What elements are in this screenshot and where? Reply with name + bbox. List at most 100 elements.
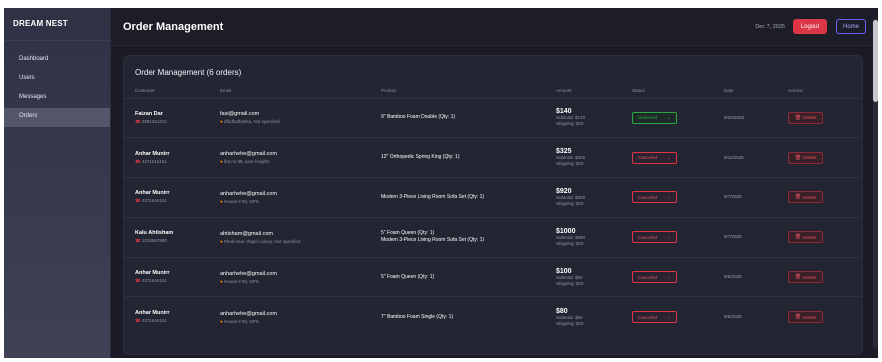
- order-amount: $100: [556, 267, 572, 275]
- address-text: Pindi-near chapri colony, Not specified: [223, 238, 301, 244]
- cell-product: Modern 3-Piece Living Room Sofa Set (Qty…: [370, 177, 545, 218]
- home-button[interactable]: Home: [836, 19, 866, 34]
- table-row: Faizan Dar ☎ 2891251312 fasi@gmail.com ● df…: [124, 97, 862, 138]
- order-shipping: Shipping: $20: [556, 200, 584, 206]
- table-row: Anhar Munirr ☎ 4371616161 anharhehe@gmail.…: [124, 256, 862, 297]
- delete-button[interactable]: 🗑 Delete: [788, 151, 823, 164]
- table-row: Anhar Munirr ☎ 4371616161 anharhehe@gmail.…: [124, 296, 862, 337]
- content-area: Order Management (6 orders) Customer Ema…: [111, 46, 878, 355]
- sidebar-nav: Dashboard Users Messages Orders: [4, 51, 110, 127]
- address-text: dfadfadfasfsa, Not specified: [223, 119, 280, 125]
- app-window: DREAM NEST Dashboard Users Messages Orde…: [4, 8, 878, 358]
- status-select[interactable]: Canceled ⌄: [632, 271, 677, 284]
- phone-number: 4371616161: [141, 158, 167, 164]
- cell-date: 9/6/2025: [713, 296, 777, 337]
- customer-address: ● Pindi-near chapri colony, Not specifie…: [220, 239, 370, 244]
- order-date: 9/7/2025: [724, 194, 742, 200]
- order-amount: $140: [556, 108, 572, 116]
- trash-icon: 🗑: [794, 114, 802, 121]
- delete-button[interactable]: 🗑 Delete: [788, 191, 823, 204]
- status-select[interactable]: Canceled ⌄: [632, 311, 677, 324]
- cell-amount: $1000 Subtotal: $980 Shipping: $20: [545, 216, 621, 258]
- trash-icon: 🗑: [794, 194, 802, 201]
- orders-card: Order Management (6 orders) Customer Ema…: [123, 55, 863, 355]
- cell-amount: $100 Subtotal: $80 Shipping: $20: [545, 256, 621, 297]
- delete-button[interactable]: 🗑 Delete: [788, 231, 823, 244]
- phone-number: 2891251312: [141, 118, 167, 124]
- customer-email: fasi@gmail.com: [220, 111, 260, 118]
- order-date: 9/20/2025: [724, 114, 745, 120]
- order-amount: $325: [556, 148, 572, 156]
- delete-label: Delete: [803, 115, 817, 121]
- cell-actions: 🗑 Delete: [777, 97, 862, 138]
- header-actions: Dec 7, 2025 Logout Home: [755, 19, 866, 34]
- status-select[interactable]: Delivered ⌄: [632, 111, 677, 124]
- cell-date: 9/7/2025: [713, 177, 777, 218]
- phone-icon: ☎: [135, 238, 141, 244]
- map-pin-icon: ●: [220, 278, 223, 284]
- customer-name: Anhar Munirr: [135, 190, 170, 197]
- customer-email: anharhehe@gmail.com: [220, 151, 277, 158]
- cell-customer: Anhar Munirr ☎ 4371616161: [124, 296, 209, 337]
- cell-amount: $920 Subtotal: $900 Shipping: $20: [545, 177, 621, 218]
- customer-name: Anhar Munirr: [135, 310, 170, 317]
- status-value: Canceled: [638, 274, 658, 280]
- cell-product: 5" Foam Queen (Qty: 1) Modern 3-Piece Liv…: [370, 216, 545, 258]
- logout-button[interactable]: Logout: [793, 19, 827, 34]
- orders-table: Customer Email Product Amount Status Dat…: [124, 83, 862, 337]
- product-line: Modern 3-Piece Living Room Sofa Set (Qty…: [381, 193, 485, 200]
- page-title: Order Management: [123, 20, 224, 33]
- customer-address: ● House # 02, DPS: [220, 279, 370, 284]
- order-date: 9/11/2025: [724, 154, 744, 160]
- cell-status: Canceled ⌄: [621, 137, 713, 178]
- status-value: Canceled: [638, 155, 658, 161]
- cell-customer: Anhar Munirr ☎ 4371616161: [124, 137, 209, 178]
- status-value: Delivered: [638, 115, 658, 121]
- phone-number: 1234567890: [141, 238, 167, 244]
- cell-date: 9/6/2025: [713, 256, 777, 297]
- delete-label: Delete: [803, 155, 817, 161]
- status-select[interactable]: Canceled ⌄: [632, 231, 677, 244]
- sidebar-item-messages[interactable]: Messages: [4, 89, 110, 108]
- table-row: Kalu Ahtisham ☎ 1234567890 ahtisham@gmail.…: [124, 216, 862, 258]
- map-pin-icon: ●: [220, 238, 223, 244]
- table-row: Anhar Munirr ☎ 4371616161 anharhehe@gmail.…: [124, 177, 862, 218]
- delete-button[interactable]: 🗑 Delete: [788, 111, 823, 124]
- phone-icon: ☎: [135, 198, 141, 204]
- cell-status: Canceled ⌄: [621, 256, 713, 297]
- customer-name: Anhar Munirr: [135, 270, 170, 277]
- status-select[interactable]: Canceled ⌄: [632, 191, 677, 204]
- sidebar-item-dashboard[interactable]: Dashboard: [4, 51, 110, 70]
- address-text: flat no 08, sare heights: [223, 159, 270, 165]
- order-shipping: Shipping: $20: [556, 320, 584, 326]
- customer-email: anharhehe@gmail.com: [220, 270, 277, 277]
- column-header-date: Date: [724, 87, 734, 93]
- product-line: Modern 3-Piece Living Room Sofa Set (Qty…: [381, 237, 485, 244]
- cell-status: Canceled ⌄: [621, 216, 713, 258]
- customer-address: ● flat no 08, sare heights: [220, 159, 370, 164]
- phone-icon: ☎: [135, 118, 141, 124]
- cell-email: anharhehe@gmail.com ● flat no 08, sare he…: [209, 137, 370, 178]
- customer-phone: ☎ 4371616161: [135, 198, 209, 204]
- delete-label: Delete: [803, 314, 817, 320]
- column-header-actions: Actions: [788, 87, 803, 93]
- column-header-status: Status: [632, 87, 645, 93]
- delete-button[interactable]: 🗑 Delete: [788, 271, 823, 284]
- brand-logo: DREAM NEST: [4, 8, 110, 41]
- map-pin-icon: ●: [220, 119, 223, 125]
- delete-label: Delete: [803, 234, 817, 240]
- cell-actions: 🗑 Delete: [777, 256, 862, 297]
- delete-button[interactable]: 🗑 Delete: [788, 311, 823, 324]
- top-header: Order Management Dec 7, 2025 Logout Home: [111, 8, 878, 46]
- scrollbar[interactable]: [873, 18, 878, 348]
- order-shipping: Shipping: $20: [556, 121, 584, 127]
- scrollbar-thumb[interactable]: [873, 20, 878, 102]
- chevron-down-icon: ⌄: [667, 154, 671, 160]
- sidebar-item-orders[interactable]: Orders: [4, 108, 110, 127]
- cell-date: 9/20/2025: [713, 97, 777, 138]
- sidebar-item-users[interactable]: Users: [4, 70, 110, 89]
- customer-phone: ☎ 4371616161: [135, 278, 209, 284]
- status-select[interactable]: Canceled ⌄: [632, 151, 677, 164]
- table-row: Anhar Munirr ☎ 4371616161 anharhehe@gmail.…: [124, 137, 862, 178]
- product-line: 12" Orthopedic Spring King (Qty: 1): [381, 154, 460, 161]
